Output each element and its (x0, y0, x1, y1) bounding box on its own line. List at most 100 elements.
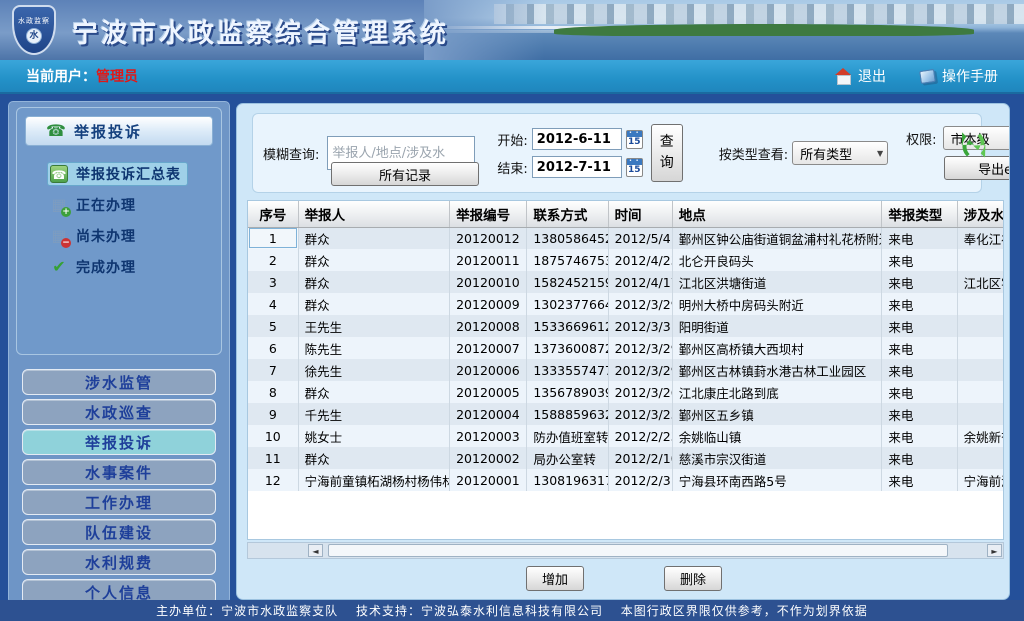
cell-time: 2012/3/29 (608, 337, 672, 359)
column-header-water-area[interactable]: 涉及水域 (957, 201, 1004, 227)
nav-button-水事案件[interactable]: 水事案件 (22, 459, 216, 485)
cell-seq: 10 (248, 425, 298, 447)
table-row[interactable]: 1群众20120012138058645282012/5/4鄞州区钟公庙街道铜盆… (248, 227, 1004, 249)
column-header-report-no[interactable]: 举报编号 (450, 201, 527, 227)
type-select[interactable]: 所有类型 ▼ (792, 141, 888, 165)
cell-report-type: 来电 (882, 271, 957, 293)
city-photo (424, 0, 1024, 60)
cell-report-no: 20120012 (450, 227, 527, 249)
column-header-contact[interactable]: 联系方式 (527, 201, 608, 227)
cell-time: 2012/3/29 (608, 293, 672, 315)
cell-report-type: 来电 (882, 359, 957, 381)
cell-water-area (957, 359, 1004, 381)
sidebar-item-完成办理[interactable]: 完成办理 (47, 255, 143, 279)
column-header-report-type[interactable]: 举报类型 (882, 201, 957, 227)
calendar-day: 15 (627, 165, 642, 175)
add-button[interactable]: 增加 (526, 566, 584, 591)
cell-contact: 13736008729 (527, 337, 608, 359)
nav-button-工作办理[interactable]: 工作办理 (22, 489, 216, 515)
city-skyline (494, 4, 1024, 24)
nav-button-水政巡查[interactable]: 水政巡查 (22, 399, 216, 425)
table-row[interactable]: 8群众20120005135678903902012/3/26江北康庄北路到底来… (248, 381, 1004, 403)
column-header-reporter[interactable]: 举报人 (298, 201, 449, 227)
start-date-input[interactable] (532, 128, 622, 150)
cell-reporter: 群众 (298, 227, 449, 249)
user-bar: 当前用户： 管理员 退出 操作手册 (0, 60, 1024, 94)
column-header-seq[interactable]: 序号 (248, 201, 298, 227)
table-add-icon: + (50, 196, 68, 214)
nav-button-涉水监管[interactable]: 涉水监管 (22, 369, 216, 395)
cell-water-area: 江北区宅 (957, 271, 1004, 293)
cell-location: 余姚临山镇 (672, 425, 882, 447)
table-row[interactable]: 3群众20120010158245215972012/4/17江北区洪塘街道来电… (248, 271, 1004, 293)
cell-seq: 1 (248, 227, 298, 249)
cell-time: 2012/2/23 (608, 425, 672, 447)
table-row[interactable]: 6陈先生20120007137360087292012/3/29鄞州区高桥镇大西… (248, 337, 1004, 359)
logo-text: 水政监察 (18, 16, 50, 26)
sidebar-item-尚未办理[interactable]: −尚未办理 (47, 224, 143, 248)
cell-report-no: 20120010 (450, 271, 527, 293)
nav-button-水利规费[interactable]: 水利规费 (22, 549, 216, 575)
scroll-left-icon[interactable]: ◄ (308, 544, 323, 557)
all-records-button[interactable]: 所有记录 (331, 162, 479, 186)
cell-location: 鄞州区五乡镇 (672, 403, 882, 425)
home-icon (835, 70, 851, 83)
refresh-icon[interactable] (953, 124, 995, 166)
sidebar-item-举报投诉汇总表[interactable]: 举报投诉汇总表 (47, 162, 188, 186)
logo-badge-icon: 水 (26, 28, 42, 44)
scrollbar-thumb[interactable] (328, 544, 948, 557)
nav-button-举报投诉[interactable]: 举报投诉 (22, 429, 216, 455)
cell-seq: 9 (248, 403, 298, 425)
horizontal-scrollbar[interactable]: ◄ ► (247, 542, 1004, 559)
table-row[interactable]: 5王先生20120008153366961212012/3/31阳明街道来电 (248, 315, 1004, 337)
cell-water-area: 宁海前溪 (957, 469, 1004, 491)
column-header-time[interactable]: 时间 (608, 201, 672, 227)
sidebar-menu-header[interactable]: 举报投诉 (25, 116, 213, 146)
cell-contact: 15336696121 (527, 315, 608, 337)
sidebar-nav: 涉水监管水政巡查举报投诉水事案件工作办理队伍建设水利规费个人信息 (16, 369, 222, 605)
table-row[interactable]: 9千先生20120004158885963252012/3/23鄞州区五乡镇来电 (248, 403, 1004, 425)
app-title: 宁波市水政监察综合管理系统 (72, 13, 449, 50)
table-row[interactable]: 2群众20120011187574675372012/4/23北仑开良码头来电 (248, 249, 1004, 271)
cell-report-no: 20120001 (450, 469, 527, 491)
delete-button[interactable]: 删除 (664, 566, 722, 591)
query-button[interactable]: 查询 (651, 124, 683, 182)
cell-location: 明州大桥中房码头附近 (672, 293, 882, 315)
cell-report-no: 20120003 (450, 425, 527, 447)
cell-report-type: 来电 (882, 227, 957, 249)
cell-seq: 12 (248, 469, 298, 491)
cell-reporter: 群众 (298, 293, 449, 315)
calendar-icon[interactable]: 15 (626, 158, 643, 177)
cell-report-no: 20120007 (450, 337, 527, 359)
sidebar-item-正在办理[interactable]: +正在办理 (47, 193, 143, 217)
cell-contact: 防办值班室转 (527, 425, 608, 447)
cell-time: 2012/5/4 (608, 227, 672, 249)
cell-location: 鄞州区钟公庙街道铜盆浦村礼花桥附近 (672, 227, 882, 249)
column-header-location[interactable]: 地点 (672, 201, 882, 227)
cell-reporter: 千先生 (298, 403, 449, 425)
end-date-label: 结束: (497, 158, 527, 177)
table-row[interactable]: 4群众20120009130237766492012/3/29明州大桥中房码头附… (248, 293, 1004, 315)
logout-button[interactable]: 退出 (835, 66, 886, 86)
cell-time: 2012/3/31 (608, 315, 672, 337)
cell-report-no: 20120009 (450, 293, 527, 315)
cell-report-no: 20120011 (450, 249, 527, 271)
cell-reporter: 宁海前童镇柘湖杨村杨伟林 (298, 469, 449, 491)
manual-button[interactable]: 操作手册 (920, 66, 998, 86)
table-row[interactable]: 11群众20120002局办公室转2012/2/10慈溪市宗汉街道来电 (248, 447, 1004, 469)
table-row[interactable]: 10姚女士20120003防办值班室转2012/2/23余姚临山镇来电余姚新奄 (248, 425, 1004, 447)
table-row[interactable]: 7徐先生20120006133355747782012/3/29鄞州区古林镇葑水… (248, 359, 1004, 381)
cell-contact: 13081963176 (527, 469, 608, 491)
nav-button-队伍建设[interactable]: 队伍建设 (22, 519, 216, 545)
table-row[interactable]: 12宁海前童镇柘湖杨村杨伟林20120001130819631762012/2/… (248, 469, 1004, 491)
cell-water-area (957, 315, 1004, 337)
cell-seq: 2 (248, 249, 298, 271)
cell-location: 慈溪市宗汉街道 (672, 447, 882, 469)
start-date-label: 开始: (497, 130, 527, 149)
scroll-right-icon[interactable]: ► (987, 544, 1002, 557)
calendar-icon[interactable]: 15 (626, 130, 643, 149)
table-host: 序号举报人举报编号联系方式时间地点举报类型涉及水域1群众201200121380… (247, 200, 1004, 540)
cell-report-no: 20120002 (450, 447, 527, 469)
end-date-input[interactable] (532, 156, 622, 178)
cell-contact: 13805864528 (527, 227, 608, 249)
